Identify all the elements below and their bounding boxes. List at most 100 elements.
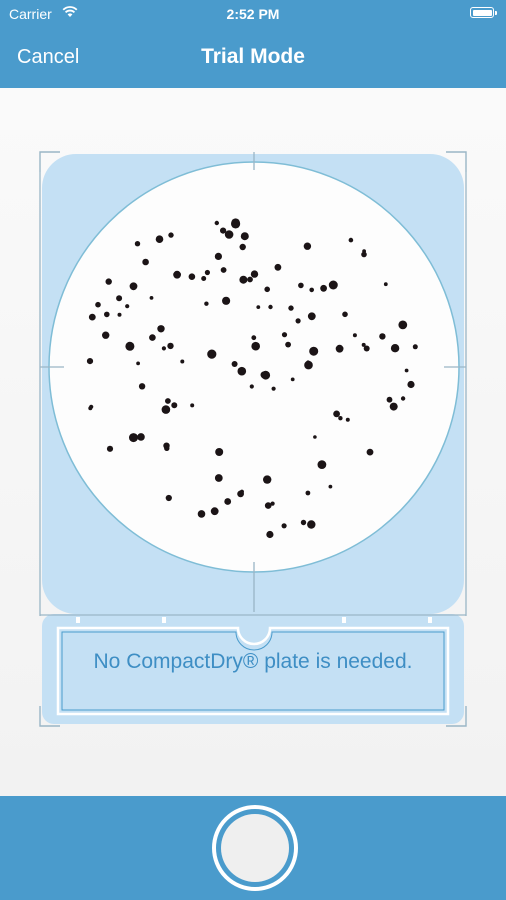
colony-dot xyxy=(251,341,260,351)
colony-dot xyxy=(95,301,101,308)
colony-dot xyxy=(317,460,327,469)
colony-dot xyxy=(288,305,294,311)
colony-dot xyxy=(266,530,274,539)
colony-dot xyxy=(129,282,138,291)
shutter-button[interactable] xyxy=(212,805,298,891)
colony-dot xyxy=(239,489,244,494)
colony-dot xyxy=(224,230,234,239)
colony-dot xyxy=(210,507,219,516)
colony-dot xyxy=(239,275,248,284)
colony-dot xyxy=(290,377,295,382)
colony-dot xyxy=(250,270,259,278)
colony-dot xyxy=(256,305,261,309)
colony-dot xyxy=(352,333,357,338)
colony-dot xyxy=(345,417,350,422)
colony-dot xyxy=(155,235,164,243)
colony-dot xyxy=(361,342,366,347)
navigation-bar: Cancel Trial Mode xyxy=(0,28,506,88)
colony-dot xyxy=(274,263,282,271)
status-bar: Carrier 2:52 PM xyxy=(0,0,506,28)
colony-dot xyxy=(102,331,110,339)
colony-dot xyxy=(222,296,231,305)
colony-dot xyxy=(207,349,217,359)
colony-dot xyxy=(161,346,166,351)
colony-dot xyxy=(264,502,272,509)
colony-dot xyxy=(117,312,122,317)
colony-dot xyxy=(295,318,301,324)
colony-dot xyxy=(231,361,238,367)
colony-dot xyxy=(149,334,156,341)
colony-dot xyxy=(298,282,304,289)
colony-dot xyxy=(389,402,398,411)
colony-dot xyxy=(307,312,316,321)
colony-dot xyxy=(240,232,249,241)
colony-dot xyxy=(303,242,312,250)
colony-dot xyxy=(404,368,409,373)
colony-dot xyxy=(379,333,386,340)
sample-plate xyxy=(48,161,460,573)
plate-guide-overlay xyxy=(39,151,467,727)
colony-dot xyxy=(129,433,138,443)
colony-dot xyxy=(348,237,354,243)
colony-dot xyxy=(188,273,196,280)
status-time: 2:52 PM xyxy=(226,6,280,22)
colony-dot xyxy=(309,287,315,293)
colony-dot xyxy=(247,276,253,283)
colony-dot xyxy=(383,282,388,287)
colony-dot xyxy=(86,358,94,365)
colony-dot xyxy=(204,301,209,306)
colony-dot xyxy=(89,404,94,409)
colony-dot xyxy=(281,523,287,529)
colony-dot xyxy=(305,490,311,496)
colony-dot xyxy=(142,258,149,266)
colony-dot xyxy=(231,218,240,227)
colony-dot xyxy=(309,346,319,356)
colony-dot xyxy=(125,341,135,351)
colony-dot xyxy=(116,295,123,302)
colony-dot xyxy=(168,232,174,238)
colony-dot xyxy=(249,384,254,389)
colony-dot xyxy=(165,494,172,502)
colony-dot xyxy=(400,396,406,401)
colony-dot xyxy=(134,241,141,247)
colony-dot xyxy=(220,267,227,273)
colony-dot xyxy=(214,252,222,260)
colony-dot xyxy=(271,386,276,391)
colony-dot xyxy=(306,360,311,365)
colony-dot xyxy=(237,366,247,376)
colony-dot xyxy=(251,335,257,341)
colony-dot xyxy=(137,433,145,441)
colony-dot xyxy=(328,484,333,489)
colony-dot xyxy=(264,286,271,293)
colony-dot xyxy=(366,448,374,456)
colony-dot xyxy=(270,501,275,506)
colony-dot xyxy=(407,380,415,389)
colony-dot xyxy=(342,311,348,318)
colony-dot xyxy=(149,296,154,300)
colony-dot xyxy=(204,269,210,276)
colony-dot xyxy=(125,304,130,309)
colony-dot xyxy=(261,370,271,380)
colony-dot xyxy=(161,405,171,414)
colony-dot xyxy=(320,284,327,292)
shutter-inner xyxy=(221,814,289,882)
colony-dot xyxy=(173,270,182,279)
colony-dot xyxy=(390,344,400,353)
colony-dot xyxy=(398,320,408,330)
colony-dot xyxy=(239,243,246,251)
colony-dot xyxy=(224,498,232,505)
colony-dot xyxy=(307,520,316,529)
colony-dot xyxy=(285,341,291,348)
cancel-button[interactable]: Cancel xyxy=(17,46,79,69)
camera-toolbar xyxy=(0,796,506,900)
colony-dot xyxy=(215,448,224,456)
colony-dot xyxy=(338,416,343,421)
plate-message: No CompactDry® plate is needed. xyxy=(93,650,413,673)
colony-dot xyxy=(214,220,219,226)
colony-dot xyxy=(333,410,340,418)
colony-dot xyxy=(214,474,223,482)
colony-dot xyxy=(197,510,206,518)
colony-dot xyxy=(171,402,178,409)
colony-dot xyxy=(412,344,418,350)
colony-dot xyxy=(138,383,146,390)
